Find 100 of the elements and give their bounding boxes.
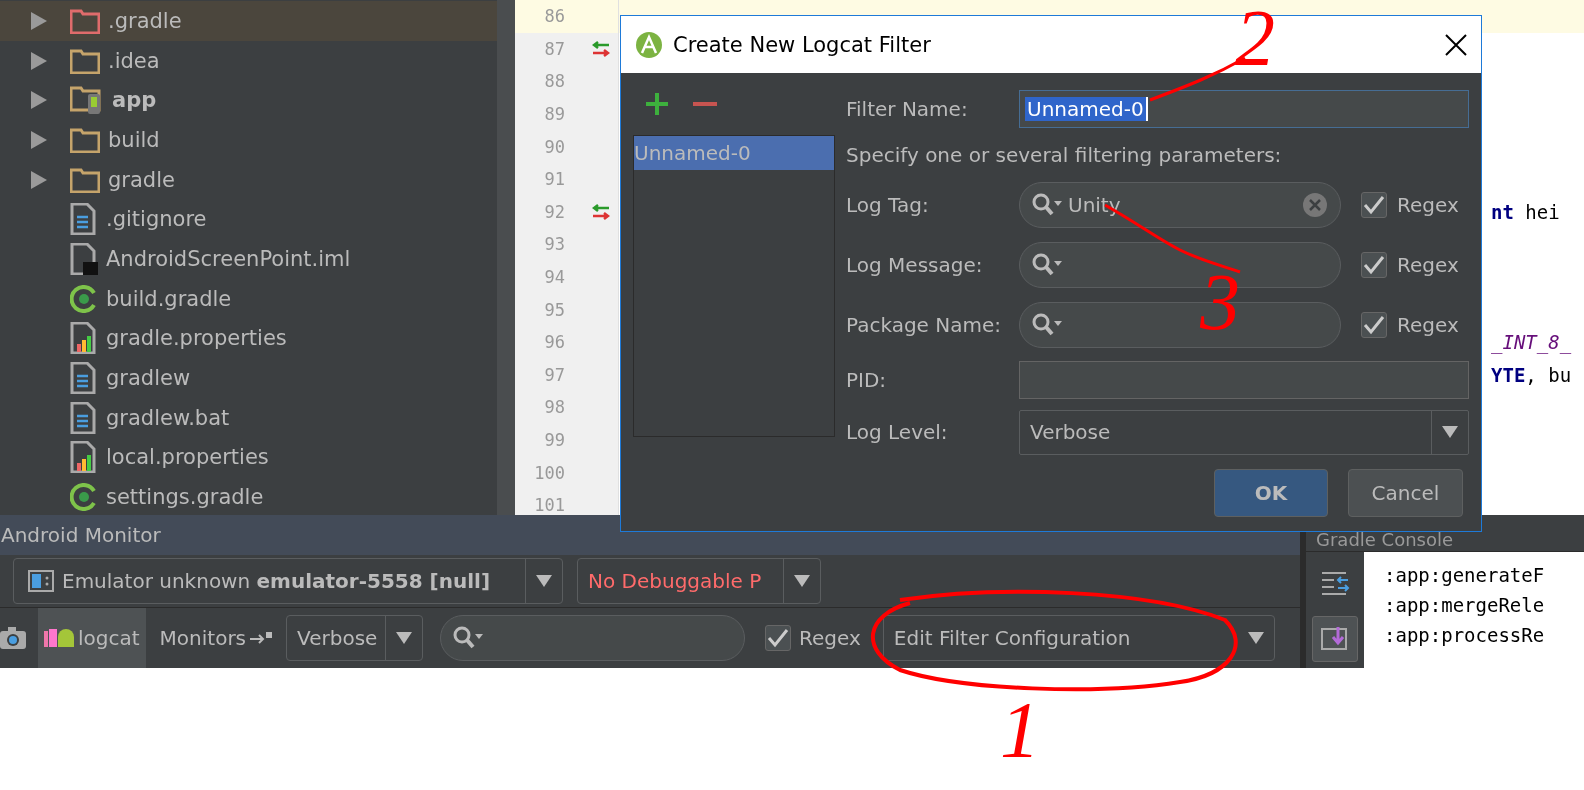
hint-text: Specify one or several filtering parameters: [846, 143, 1282, 167]
log-level-dropdown[interactable]: Verbose [1019, 409, 1469, 455]
line-number: 86 [543, 6, 565, 27]
expand-arrow-icon[interactable] [31, 130, 47, 149]
close-icon[interactable] [1445, 33, 1467, 56]
tree-item[interactable]: .idea [0, 40, 497, 81]
folder-icon [70, 126, 100, 153]
console-line: :app:generateF [1384, 564, 1546, 586]
device-dropdown[interactable]: Emulator unknown emulator-5558 [null] [13, 557, 563, 604]
panel-tab[interactable]: Monitors [153, 608, 279, 668]
tree-item[interactable]: gradle [0, 159, 497, 200]
regex-checkbox[interactable] [1361, 252, 1387, 278]
clear-icon[interactable] [1302, 192, 1328, 218]
panel-tab[interactable]: logcat [38, 608, 146, 668]
tree-item[interactable]: AndroidScreenPoint.iml [0, 239, 497, 279]
process-dropdown[interactable]: No Debuggable P [577, 557, 821, 604]
dialog-title: Create New Logcat Filter [673, 32, 932, 57]
expand-arrow-icon[interactable] [31, 11, 47, 30]
line-number: 91 [543, 169, 565, 190]
console-line: :app:processRe [1384, 624, 1546, 646]
line-number: 90 [543, 136, 565, 157]
scroll-end-button[interactable] [1312, 616, 1358, 662]
regex-checkbox[interactable] [1361, 312, 1387, 338]
dropdown-arrow-icon [794, 574, 810, 587]
tree-item[interactable]: .gitignore [0, 199, 497, 240]
field-label: Log Tag: [846, 193, 930, 217]
text-file-icon [70, 362, 98, 395]
tree-item[interactable]: local.properties [0, 437, 497, 478]
line-number: 92 [543, 201, 565, 222]
dropdown-arrow-icon [1247, 632, 1264, 644]
text-file-icon [70, 401, 98, 434]
module-file-icon [70, 242, 98, 275]
tree-item[interactable]: gradlew.bat [0, 397, 497, 438]
swap-lines-icon [1320, 570, 1350, 598]
gradle-file-icon [70, 284, 98, 313]
text-file-icon [70, 203, 98, 236]
tree-item[interactable]: .gradle [0, 1, 497, 41]
tree-item[interactable]: gradlew [0, 358, 497, 398]
line-number: 94 [543, 267, 565, 288]
dropdown-arrow-icon [396, 632, 413, 644]
tree-item[interactable]: build.gradle [0, 278, 497, 319]
expand-arrow-icon[interactable] [31, 51, 47, 70]
regex-checkbox[interactable] [765, 625, 792, 651]
code-text: nt hei [1491, 200, 1560, 223]
search-icon [453, 626, 484, 650]
handwritten-number: 1 [1000, 690, 1040, 770]
checkbox-label: Regex [1397, 313, 1459, 337]
search-icon [1032, 313, 1062, 337]
line-number: 100 [533, 462, 565, 483]
code-text: YTE, bu [1491, 363, 1572, 386]
line-number: 93 [543, 234, 565, 255]
line-number: 95 [543, 299, 565, 320]
panel-title: Android Monitor [1, 522, 161, 547]
console-line: :app:mergeRele [1384, 594, 1546, 616]
tree-item[interactable]: gradle.properties [0, 318, 497, 359]
tree-item[interactable]: app [0, 80, 497, 121]
properties-file-icon [70, 322, 98, 355]
checkbox-label: Regex [1397, 253, 1459, 277]
android-icon [44, 627, 74, 649]
dropdown-arrow-icon [536, 574, 552, 587]
field-label: Log Message: [846, 253, 984, 277]
add-icon[interactable] [645, 92, 669, 116]
code-text: _INT_8_ [1491, 331, 1572, 354]
field-label: Log Level: [846, 420, 949, 444]
search-field[interactable] [440, 615, 746, 661]
handwritten-number: 2 [1235, 0, 1275, 78]
regex-checkbox[interactable] [1361, 192, 1387, 218]
tree-item[interactable]: settings.gradle [0, 477, 497, 515]
dialog-button[interactable]: Cancel [1348, 469, 1463, 517]
search-icon [1032, 193, 1062, 217]
folder-icon [70, 166, 100, 193]
line-number: 89 [543, 104, 565, 125]
log-level-dropdown[interactable]: Verbose [286, 615, 424, 661]
panel-title: Gradle Console [1316, 530, 1454, 550]
tree-item[interactable]: build [0, 120, 497, 160]
module-folder-icon [70, 85, 104, 116]
filter-dropdown[interactable]: Edit Filter Configuration [882, 615, 1275, 661]
search-field[interactable]: Unity [1019, 182, 1341, 228]
expand-arrow-icon[interactable] [31, 91, 47, 110]
pin-arrow-icon [250, 632, 273, 644]
line-number: 98 [543, 397, 565, 418]
pid-field[interactable] [1019, 361, 1469, 399]
gradle-file-icon [70, 483, 98, 512]
search-icon [1032, 253, 1062, 277]
remove-icon[interactable] [693, 101, 717, 107]
properties-file-icon [70, 441, 98, 474]
handwritten-number: 3 [1200, 262, 1240, 342]
expand-arrow-icon[interactable] [31, 170, 47, 189]
device-icon [28, 569, 54, 592]
filter-name-field[interactable]: Unnamed-0 [1019, 90, 1469, 128]
camera-icon[interactable] [0, 624, 28, 652]
line-number: 99 [543, 430, 565, 450]
android-logo-icon [635, 30, 663, 59]
folder-icon [70, 7, 100, 34]
line-number: 96 [543, 332, 565, 353]
checkbox-label: Regex [799, 626, 861, 650]
checkbox-label: Regex [1397, 193, 1459, 217]
dialog-button[interactable]: OK [1214, 469, 1328, 517]
field-label: Filter Name: [846, 97, 969, 121]
field-label: Package Name: [846, 313, 1002, 337]
